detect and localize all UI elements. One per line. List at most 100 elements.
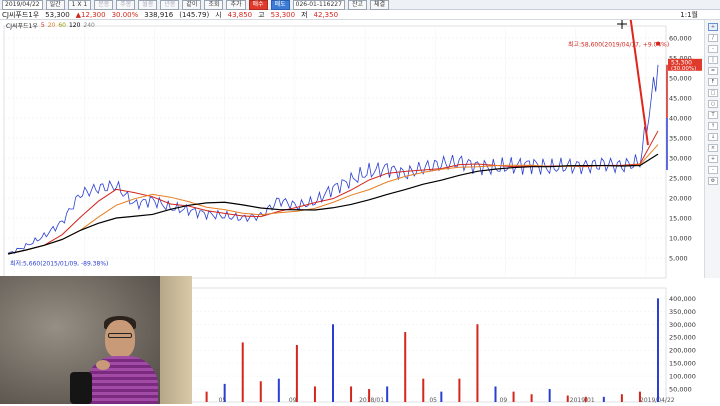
execution-button[interactable]: 체결 <box>370 0 390 10</box>
buy-button[interactable]: 매도 <box>270 0 290 10</box>
legend-ma-5: 5 <box>40 22 45 29</box>
price-tick-label: 5,000 <box>669 255 688 263</box>
volume-bar <box>657 298 659 402</box>
year-button[interactable]: 년봉 <box>160 0 180 10</box>
volume-bar <box>350 386 353 402</box>
scale-label: 1:1월 <box>680 10 698 19</box>
price-tick-label: 45,000 <box>669 95 692 103</box>
volume-bar <box>494 386 497 402</box>
price-tick-label: 40,000 <box>669 115 692 123</box>
volume-bar <box>404 332 407 402</box>
volume-tick-label: 200,000 <box>669 347 696 355</box>
volume-bar <box>332 324 334 402</box>
add-button[interactable]: 추가 <box>226 0 246 10</box>
fibonacci-tool-icon[interactable]: F <box>708 78 718 86</box>
volume-bar <box>476 324 479 402</box>
high-annotation: 최고:58,600(2019/04/17, +9.04%) <box>568 41 669 49</box>
legend-ma-240: 240 <box>83 22 95 29</box>
volume-bar <box>422 378 425 402</box>
volume-bar <box>548 389 551 402</box>
volume-bar <box>566 395 569 402</box>
quote-bar: CJ씨푸드1우 53,300 ▲12,300 30.00% 338,916 (1… <box>0 10 720 20</box>
zoom-in-icon[interactable]: + <box>708 155 718 163</box>
webcam-door <box>160 276 192 404</box>
volume-bar <box>530 394 533 402</box>
chart-legend: CJ씨푸드1우 5 20 60 120 240 <box>6 21 95 30</box>
price-tick-label: 30,000 <box>669 155 692 163</box>
compare-button[interactable]: 같이 <box>182 0 202 10</box>
legend-ma-120: 120 <box>68 22 81 29</box>
volume-tick-label: 250,000 <box>669 334 696 342</box>
presenter-face <box>105 320 135 358</box>
price-tick-label: 50,000 <box>669 75 692 83</box>
volume-bar <box>458 378 461 402</box>
current-price-tag-change: (30.00%) <box>671 66 696 72</box>
volume-ratio: (145.79) <box>179 10 210 19</box>
volume-tick-label: 300,000 <box>669 321 696 329</box>
date-input[interactable]: 2019/04/22 <box>2 0 43 10</box>
volume-bar <box>313 386 316 402</box>
price-tick-label: 15,000 <box>669 215 692 223</box>
interval-select[interactable]: 1 X 1 <box>67 0 92 10</box>
price-change-pct: 30.00% <box>111 10 139 19</box>
x-tick-label: 09 <box>289 397 297 404</box>
webcam-overlay <box>0 276 192 404</box>
zoom-out-icon[interactable]: - <box>708 166 718 174</box>
toolbar: 2019/04/22 일간 1 X 1 분봉 주봉 월봉 년봉 같이 조회 추가… <box>0 0 720 10</box>
x-tick-label: 2019/01 <box>570 397 595 404</box>
volume-tick-label: 400,000 <box>669 295 696 303</box>
minute-button[interactable]: 분봉 <box>94 0 114 10</box>
settings-gear-icon[interactable]: ⚙ <box>708 177 718 185</box>
presenter-hand <box>96 360 110 370</box>
volume-bar <box>440 391 443 402</box>
legend-ma-20: 20 <box>47 22 56 29</box>
horizontal-line-tool-icon[interactable]: - <box>708 45 718 53</box>
volume-tick-label: 100,000 <box>669 373 696 381</box>
channel-tool-icon[interactable]: = <box>708 67 718 75</box>
vertical-line-tool-icon[interactable]: | <box>708 56 718 64</box>
volume-bar <box>638 391 641 402</box>
volume-bar <box>277 378 280 402</box>
arrow-up-tool-icon[interactable]: ↑ <box>708 122 718 130</box>
x-tick-label: 05 <box>429 397 437 404</box>
volume-bar <box>259 381 262 402</box>
volume: 338,916 <box>144 10 174 19</box>
volume-tick-label: 150,000 <box>669 360 696 368</box>
lookup-button[interactable]: 조회 <box>204 0 224 10</box>
x-tick-label: 2018/01 <box>359 397 384 404</box>
volume-bar <box>386 386 389 402</box>
week-button[interactable]: 주봉 <box>116 0 136 10</box>
volume-bar <box>295 345 298 402</box>
rectangle-tool-icon[interactable]: □ <box>708 89 718 97</box>
volume-bar <box>205 391 208 402</box>
crosshair-tool-icon[interactable]: + <box>708 23 718 31</box>
volume-bar <box>223 383 226 402</box>
volume-tick-label: 350,000 <box>669 308 696 316</box>
price-tick-label: 25,000 <box>669 175 692 183</box>
sell-button[interactable]: 매수 <box>248 0 268 10</box>
arrow-down-tool-icon[interactable]: ↓ <box>708 133 718 141</box>
volume-bar <box>584 396 587 402</box>
account-input[interactable]: 026-01-116227 <box>292 0 345 10</box>
price-change: ▲12,300 <box>75 10 106 19</box>
price-tick-label: 60,000 <box>669 35 692 43</box>
volume-tick-label: 50,000 <box>669 386 692 394</box>
balance-button[interactable]: 잔고 <box>347 0 367 10</box>
stock-name: CJ씨푸드1우 <box>2 10 40 19</box>
microphone <box>70 372 92 404</box>
volume-bar <box>512 391 515 402</box>
low-price: 42,350 <box>313 10 339 19</box>
x-tick-label: 09 <box>500 397 508 404</box>
delete-tool-icon[interactable]: × <box>708 144 718 152</box>
low-label: 저 <box>301 10 308 19</box>
volume-bar <box>368 389 371 402</box>
high-marker <box>656 41 660 46</box>
period-select[interactable]: 일간 <box>45 0 65 10</box>
price-tick-label: 20,000 <box>669 195 692 203</box>
open-label: 시 <box>215 10 222 19</box>
circle-tool-icon[interactable]: ○ <box>708 100 718 108</box>
text-tool-icon[interactable]: T <box>708 111 718 119</box>
low-annotation: 최저:5,660(2015/01/09, -89.38%) <box>10 259 108 267</box>
trendline-tool-icon[interactable]: / <box>708 34 718 42</box>
month-button[interactable]: 월봉 <box>138 0 158 10</box>
